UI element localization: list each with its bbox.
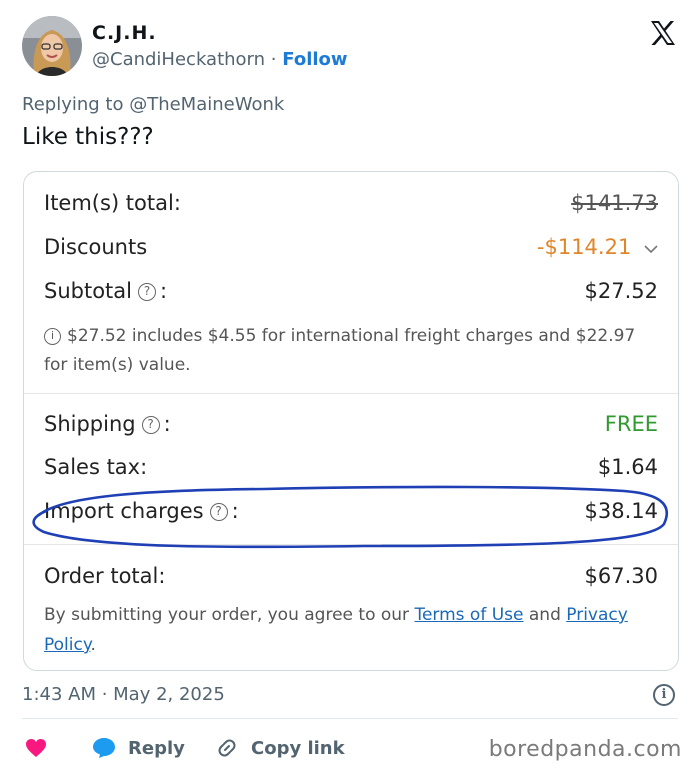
divider (24, 544, 678, 545)
link-icon (218, 739, 236, 757)
replying-to[interactable]: Replying to @TheMaineWonk (22, 94, 284, 115)
copy-link-label: Copy link (251, 737, 345, 759)
sales-tax-label: Sales tax: (44, 455, 148, 479)
legal-prefix: By submitting your order, you agree to o… (44, 605, 410, 625)
order-total-value: $67.30 (584, 564, 658, 588)
author-handle[interactable]: @CandiHeckathorn (92, 49, 265, 70)
copy-link-button[interactable]: Copy link (215, 734, 345, 762)
timestamp[interactable]: 1:43 AM · May 2, 2025 (22, 684, 225, 705)
freight-note: i $27.52 includes $4.55 for international… (44, 322, 658, 380)
like-button[interactable] (25, 734, 59, 762)
discounts-value-group: -$114.21 (537, 235, 658, 259)
action-bar: Reply Copy link (22, 734, 492, 762)
divider (22, 718, 678, 719)
tweet-text: Like this??? (22, 124, 154, 150)
shipping-label: Shipping (44, 412, 136, 436)
discounts-row: Discounts -$114.21 (44, 235, 658, 265)
legal-and: and (528, 605, 561, 625)
reply-bubble-icon (93, 738, 115, 758)
heart-icon (26, 739, 46, 757)
info-icon: i (44, 328, 61, 345)
sales-tax-value: $1.64 (597, 455, 658, 479)
order-total-row: Order total: $67.30 (44, 564, 658, 594)
separator: · (270, 49, 277, 70)
chevron-down-icon (644, 235, 658, 259)
shipping-row: Shipping?: FREE (44, 412, 658, 442)
import-charges-label: Import charges (44, 499, 204, 523)
import-charges-label-group: Import charges?: (44, 499, 239, 523)
subtotal-value: $27.52 (584, 279, 658, 303)
receipt-image[interactable]: Item(s) total: $141.73 Discounts -$114.2… (23, 171, 679, 671)
terms-of-use-link[interactable]: Terms of Use (414, 605, 523, 625)
avatar[interactable] (22, 16, 82, 76)
author-name[interactable]: C.J.H. (92, 22, 157, 44)
items-total-row: Item(s) total: $141.73 (44, 191, 658, 221)
import-charges-row: Import charges?: $38.14 (44, 499, 658, 529)
order-total-label: Order total: (44, 564, 166, 588)
subtotal-label-group: Subtotal?: (44, 279, 168, 303)
freight-note-text: $27.52 includes $4.55 for international … (44, 326, 636, 375)
reply-label: Reply (128, 737, 185, 759)
help-icon: ? (138, 283, 156, 301)
info-icon[interactable]: i (653, 684, 675, 706)
import-charges-value: $38.14 (584, 499, 658, 523)
discounts-label: Discounts (44, 235, 148, 259)
shipping-value: FREE (604, 412, 658, 436)
tweet-header: C.J.H. @CandiHeckathorn · Follow (22, 16, 682, 80)
help-icon: ? (209, 503, 228, 521)
shipping-label-group: Shipping?: (44, 412, 171, 436)
help-icon: ? (141, 416, 160, 434)
subtotal-label: Subtotal (44, 279, 132, 303)
divider (24, 393, 678, 394)
reply-button[interactable]: Reply (92, 734, 185, 762)
subtotal-row: Subtotal?: $27.52 (44, 279, 658, 309)
watermark: boredpanda.com (488, 737, 682, 762)
items-total-label: Item(s) total: (44, 191, 181, 215)
items-total-value: $141.73 (571, 191, 658, 215)
legal-suffix: . (90, 635, 96, 655)
follow-button[interactable]: Follow (282, 49, 347, 70)
discounts-value: -$114.21 (536, 235, 632, 259)
legal-text: By submitting your order, you agree to o… (44, 600, 658, 660)
author-handle-line: @CandiHeckathorn · Follow (92, 49, 348, 70)
x-logo-icon[interactable] (648, 18, 678, 48)
sales-tax-row: Sales tax: $1.64 (44, 455, 658, 485)
